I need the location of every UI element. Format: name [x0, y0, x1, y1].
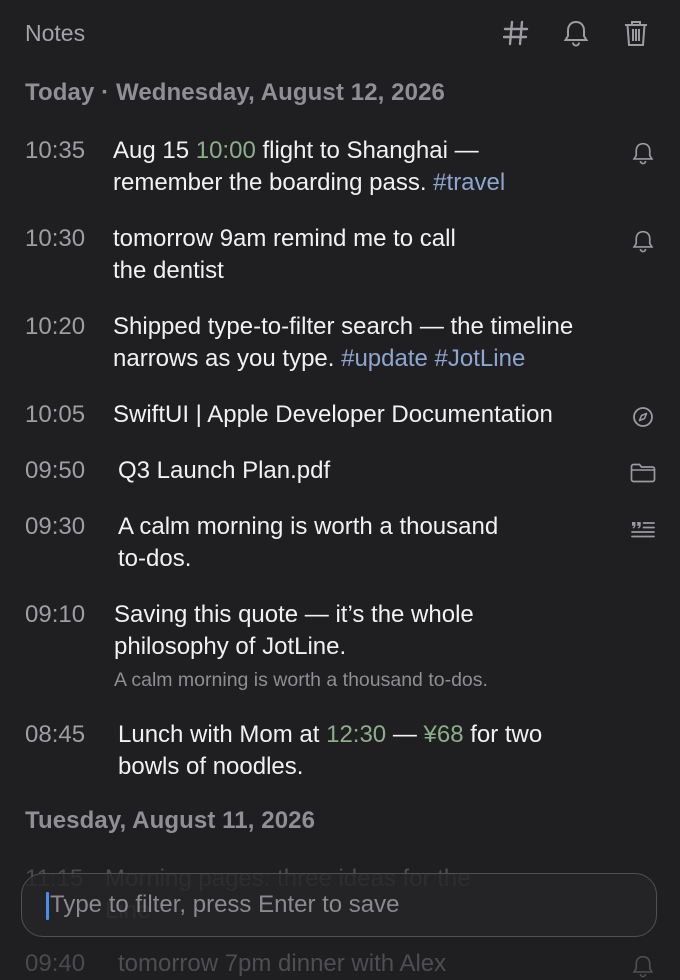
note-text-segment: A calm morning is worth a thousand — [118, 513, 499, 540]
note-text: tomorrow 7pm dinner with Alex — [118, 948, 446, 980]
trash-icon[interactable] — [620, 16, 652, 50]
hashtag-icon[interactable] — [500, 16, 532, 50]
note-text-segment: philosophy of JotLine. — [114, 633, 347, 660]
day-header: Tuesday, August 11, 2026 — [25, 807, 316, 834]
note-time: 09:50 — [25, 457, 86, 484]
note-time: 09:10 — [25, 601, 86, 628]
note-text: Shipped type-to-filter search — the time… — [113, 311, 573, 375]
bell-icon — [630, 229, 656, 253]
note-text-segment: Shipped type-to-filter search — the time… — [113, 313, 574, 340]
note-text: Aug 15 10:00 flight to Shanghai — remembe… — [113, 135, 505, 199]
note-text-segment: remember the boarding pass. — [113, 169, 434, 196]
note-text-segment — [428, 345, 435, 372]
note-text-segment: Lunch with Mom at — [118, 721, 327, 748]
note-time: 10:20 — [25, 313, 86, 340]
filter-input[interactable] — [44, 888, 640, 922]
hashtag-link[interactable]: #JotLine — [435, 345, 526, 372]
time-highlight: 12:30 — [326, 721, 387, 748]
filter-bar — [21, 873, 657, 937]
hashtag-link[interactable]: #travel — [433, 169, 505, 196]
text-caret — [46, 892, 49, 920]
bell-icon[interactable] — [560, 16, 592, 50]
note-text-segment: the dentist — [113, 257, 224, 284]
note-time: 09:40 — [25, 950, 86, 977]
note-text-segment: flight to Shanghai — — [255, 137, 479, 164]
bell-icon — [630, 141, 656, 165]
note-text-segment: for two — [463, 721, 543, 748]
note-time: 10:30 — [25, 225, 86, 252]
note-text-segment: SwiftUI | Apple Developer Documentation — [113, 401, 553, 428]
note-text: Saving this quote — it’s the whole philos… — [114, 599, 488, 695]
note-time: 09:30 — [25, 513, 86, 540]
note-text: A calm morning is worth a thousand to-dos… — [118, 511, 498, 575]
folder-icon — [630, 461, 656, 485]
quote-preview: A calm morning is worth a thousand to-do… — [114, 669, 488, 691]
note-text: Lunch with Mom at 12:30 — ¥68 for two bow… — [118, 719, 542, 783]
note-time: 10:35 — [25, 137, 86, 164]
note-text-segment: bowls of noodles. — [118, 753, 304, 780]
time-highlight: ¥68 — [423, 721, 464, 748]
quote-icon — [630, 517, 656, 541]
note-text-segment: Q3 Launch Plan.pdf — [118, 457, 331, 484]
note-text: tomorrow 9am remind me to call the dentis… — [113, 223, 456, 287]
hashtag-link[interactable]: #update — [341, 345, 428, 372]
day-header: Today · Wednesday, August 12, 2026 — [25, 79, 445, 106]
note-time: 08:45 — [25, 721, 86, 748]
note-text-segment: Saving this quote — it’s the whole — [114, 601, 474, 628]
app-title: Notes — [25, 20, 86, 46]
note-text: SwiftUI | Apple Developer Documentation — [113, 399, 553, 431]
time-highlight: 10:00 — [195, 137, 256, 164]
header: Notes — [0, 0, 680, 68]
note-text-segment: tomorrow 9am remind me to call — [113, 225, 456, 252]
bell-icon — [630, 954, 656, 978]
note-text: Q3 Launch Plan.pdf — [118, 455, 330, 487]
note-time: 10:05 — [25, 401, 86, 428]
note-text-segment: Aug 15 — [113, 137, 196, 164]
compass-icon — [630, 405, 656, 429]
note-text-segment: — — [386, 721, 424, 748]
note-text-segment: narrows as you type. — [113, 345, 342, 372]
note-text-segment: to-dos. — [118, 545, 192, 572]
note-text-segment: tomorrow 7pm dinner with Alex — [118, 950, 447, 977]
